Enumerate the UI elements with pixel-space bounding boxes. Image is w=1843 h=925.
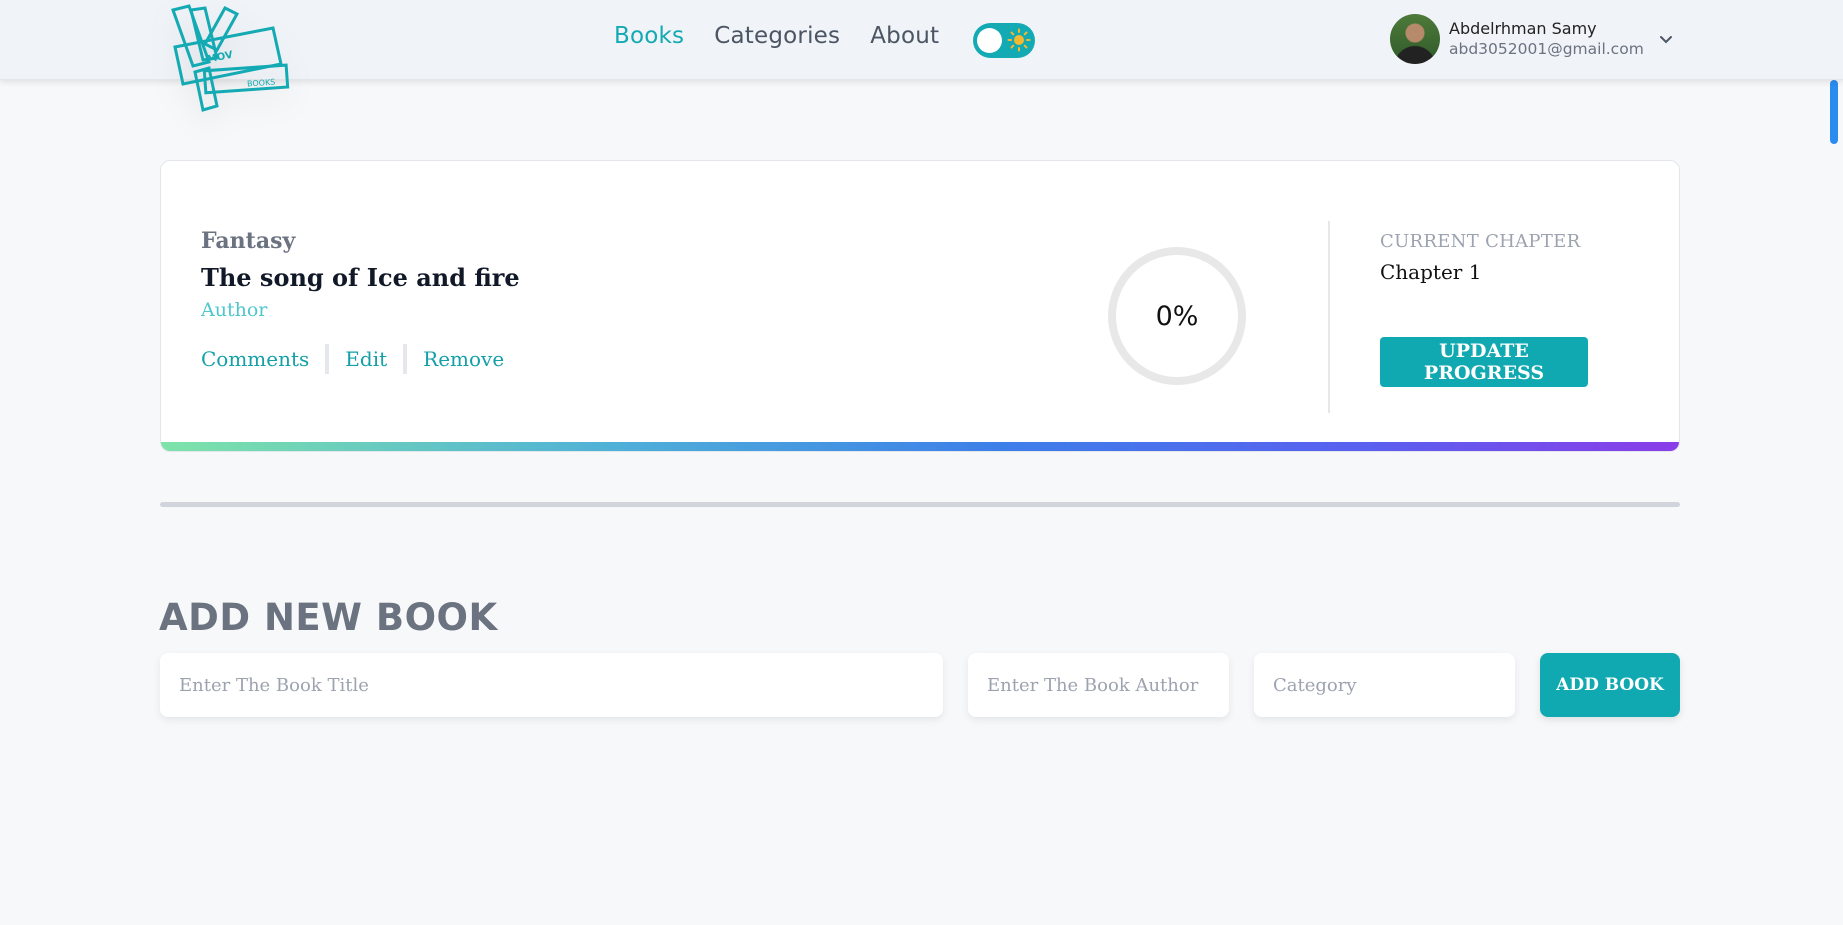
- svg-text:MOV: MOV: [206, 50, 234, 66]
- gradient-bar: [161, 442, 1679, 451]
- theme-toggle[interactable]: [973, 23, 1035, 58]
- user-name: Abdelrhman Samy: [1449, 19, 1597, 38]
- nav-about[interactable]: About: [870, 23, 939, 49]
- add-book-heading: ADD NEW BOOK: [159, 596, 498, 639]
- action-divider: [403, 344, 408, 374]
- chevron-down-icon[interactable]: [1658, 32, 1674, 48]
- progress-percent: 0%: [1155, 300, 1199, 332]
- scrollbar[interactable]: [1830, 80, 1838, 144]
- book-author: Author: [201, 299, 268, 321]
- book-author-input[interactable]: [968, 653, 1229, 717]
- add-book-button[interactable]: ADD BOOK: [1540, 653, 1680, 717]
- update-progress-button[interactable]: UPDATE PROGRESS: [1380, 337, 1588, 387]
- main-nav: Books Categories About: [614, 23, 939, 49]
- nav-categories[interactable]: Categories: [714, 23, 840, 49]
- user-email: abd3052001@gmail.com: [1449, 40, 1644, 58]
- edit-link[interactable]: Edit: [345, 347, 387, 371]
- action-divider: [325, 344, 330, 374]
- comments-link[interactable]: Comments: [201, 347, 309, 371]
- category-input[interactable]: [1254, 653, 1515, 717]
- avatar[interactable]: [1390, 14, 1440, 64]
- book-card: Fantasy The song of Ice and fire Author …: [160, 160, 1680, 452]
- current-chapter-label: CURRENT CHAPTER: [1380, 231, 1581, 252]
- sun-icon: [1007, 28, 1031, 52]
- vertical-divider: [1328, 221, 1330, 413]
- book-title: The song of Ice and fire: [201, 263, 520, 292]
- book-actions: Comments Edit Remove: [201, 344, 504, 374]
- book-category: Fantasy: [201, 228, 296, 254]
- top-navbar: MOV BOOKS Books Categories About Abdelrh…: [0, 0, 1843, 112]
- section-divider: [160, 502, 1680, 507]
- toggle-knob: [977, 28, 1002, 53]
- nav-books[interactable]: Books: [614, 23, 684, 49]
- book-title-input[interactable]: [160, 653, 943, 717]
- mov-books-logo[interactable]: MOV BOOKS: [165, 2, 297, 114]
- current-chapter-value: Chapter 1: [1380, 260, 1482, 284]
- remove-link[interactable]: Remove: [423, 347, 504, 371]
